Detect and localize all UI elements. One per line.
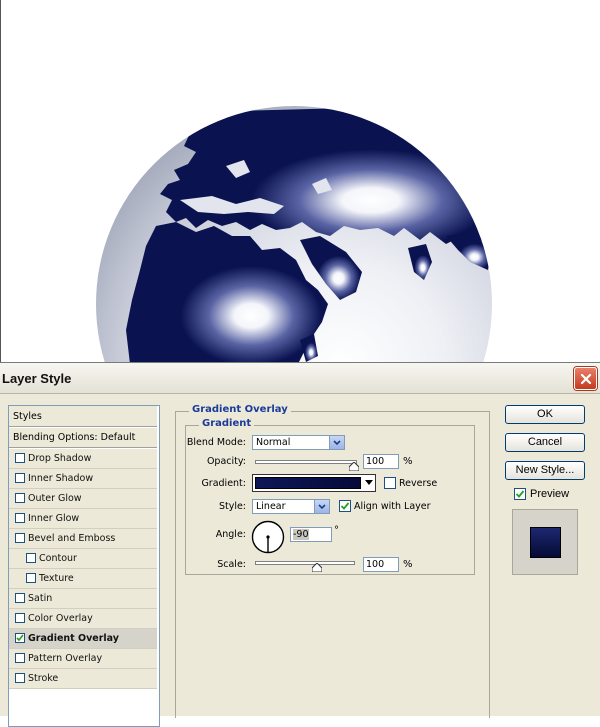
style-item-label: Bevel and Emboss — [28, 533, 116, 544]
style-preview-swatch — [530, 527, 561, 558]
style-label: Style: — [218, 501, 246, 512]
styles-list: Styles Blending Options: Default Drop Sh… — [8, 405, 160, 727]
style-item-label: Stroke — [28, 673, 59, 684]
opacity-unit: % — [403, 456, 413, 467]
scale-input[interactable]: 100 — [363, 557, 399, 572]
opacity-slider-thumb[interactable] — [349, 462, 359, 471]
reverse-label: Reverse — [399, 478, 438, 489]
dialog-title: Layer Style — [2, 371, 72, 386]
style-item-label: Satin — [28, 593, 53, 604]
dropdown-arrow-icon — [314, 500, 329, 513]
style-item-label: Texture — [39, 573, 74, 584]
checkmark-icon — [340, 502, 350, 510]
angle-value: -90 — [293, 529, 309, 540]
document-canvas — [0, 0, 600, 364]
dropdown-arrow-icon[interactable] — [365, 480, 373, 486]
style-item-texture[interactable]: Texture — [9, 569, 157, 589]
layer-style-dialog: Layer Style Styles Blending Options: Def… — [0, 362, 600, 727]
globe-artwork — [96, 106, 492, 364]
gradient-overlay-title: Gradient Overlay — [189, 404, 291, 415]
opacity-label: Opacity: — [206, 456, 246, 467]
reverse-checkbox[interactable] — [384, 477, 396, 489]
angle-unit: ° — [334, 525, 339, 536]
preview-checkbox[interactable] — [514, 488, 526, 500]
style-item-inner-shadow[interactable]: Inner Shadow — [9, 469, 157, 489]
style-item-bevel-emboss[interactable]: Bevel and Emboss — [9, 529, 157, 549]
angle-dial-icon[interactable] — [251, 520, 285, 554]
style-item-color-overlay[interactable]: Color Overlay — [9, 609, 157, 629]
style-item-label: Drop Shadow — [28, 453, 92, 464]
style-item-label: Color Overlay — [28, 613, 93, 624]
gradient-label: Gradient: — [201, 478, 246, 489]
opacity-slider[interactable] — [255, 460, 357, 464]
preview-label: Preview — [530, 488, 570, 500]
drop-shadow-checkbox[interactable] — [15, 453, 25, 463]
gradient-style-select[interactable]: Linear — [252, 499, 330, 514]
scale-label: Scale: — [217, 559, 246, 570]
opacity-input[interactable]: 100 — [363, 454, 399, 469]
dropdown-arrow-icon — [329, 436, 344, 449]
contour-checkbox[interactable] — [26, 553, 36, 563]
pattern-overlay-checkbox[interactable] — [15, 653, 25, 663]
inner-shadow-checkbox[interactable] — [15, 473, 25, 483]
stroke-checkbox[interactable] — [15, 673, 25, 683]
style-preview-box — [512, 509, 578, 575]
angle-label: Angle: — [215, 529, 246, 540]
align-with-layer-checkbox[interactable] — [339, 500, 351, 512]
style-item-contour[interactable]: Contour — [9, 549, 157, 569]
gradient-picker[interactable] — [252, 474, 376, 492]
close-button[interactable] — [574, 367, 597, 390]
gradient-swatch[interactable] — [255, 477, 361, 489]
checkmark-icon — [16, 634, 24, 642]
inner-glow-checkbox[interactable] — [15, 513, 25, 523]
style-item-label: Inner Shadow — [28, 473, 94, 484]
styles-header[interactable]: Styles — [9, 406, 157, 427]
style-item-satin[interactable]: Satin — [9, 589, 157, 609]
style-item-gradient-overlay[interactable]: Gradient Overlay — [9, 629, 157, 649]
style-item-label: Outer Glow — [28, 493, 82, 504]
scale-slider[interactable] — [255, 561, 355, 565]
style-item-inner-glow[interactable]: Inner Glow — [9, 509, 157, 529]
satin-checkbox[interactable] — [15, 593, 25, 603]
align-with-layer-label: Align with Layer — [354, 501, 431, 512]
blend-mode-value: Normal — [256, 437, 291, 448]
angle-input[interactable]: -90 — [290, 527, 332, 542]
style-item-label: Contour — [39, 553, 77, 564]
style-item-outer-glow[interactable]: Outer Glow — [9, 489, 157, 509]
blending-options-item[interactable]: Blending Options: Default — [9, 428, 157, 448]
ok-button[interactable]: OK — [505, 405, 585, 424]
style-item-label: Gradient Overlay — [28, 633, 119, 644]
checkmark-icon — [515, 490, 525, 498]
blend-mode-label: Blend Mode: — [186, 437, 246, 448]
style-item-drop-shadow[interactable]: Drop Shadow — [9, 449, 157, 469]
gradient-style-value: Linear — [256, 501, 286, 512]
texture-checkbox[interactable] — [26, 573, 36, 583]
gradient-overlay-checkbox[interactable] — [15, 633, 25, 643]
dialog-titlebar[interactable]: Layer Style — [0, 363, 600, 394]
color-overlay-checkbox[interactable] — [15, 613, 25, 623]
style-item-stroke[interactable]: Stroke — [9, 669, 157, 689]
gradient-subgroup-title: Gradient — [199, 418, 255, 429]
bevel-emboss-checkbox[interactable] — [15, 533, 25, 543]
scale-unit: % — [403, 559, 413, 570]
blend-mode-select[interactable]: Normal — [252, 435, 345, 450]
new-style-button[interactable]: New Style... — [505, 461, 585, 480]
style-item-pattern-overlay[interactable]: Pattern Overlay — [9, 649, 157, 669]
scale-slider-thumb[interactable] — [312, 563, 322, 572]
style-item-label: Inner Glow — [28, 513, 80, 524]
close-icon — [580, 373, 591, 384]
style-item-label: Pattern Overlay — [28, 653, 103, 664]
cancel-button[interactable]: Cancel — [505, 433, 585, 452]
outer-glow-checkbox[interactable] — [15, 493, 25, 503]
